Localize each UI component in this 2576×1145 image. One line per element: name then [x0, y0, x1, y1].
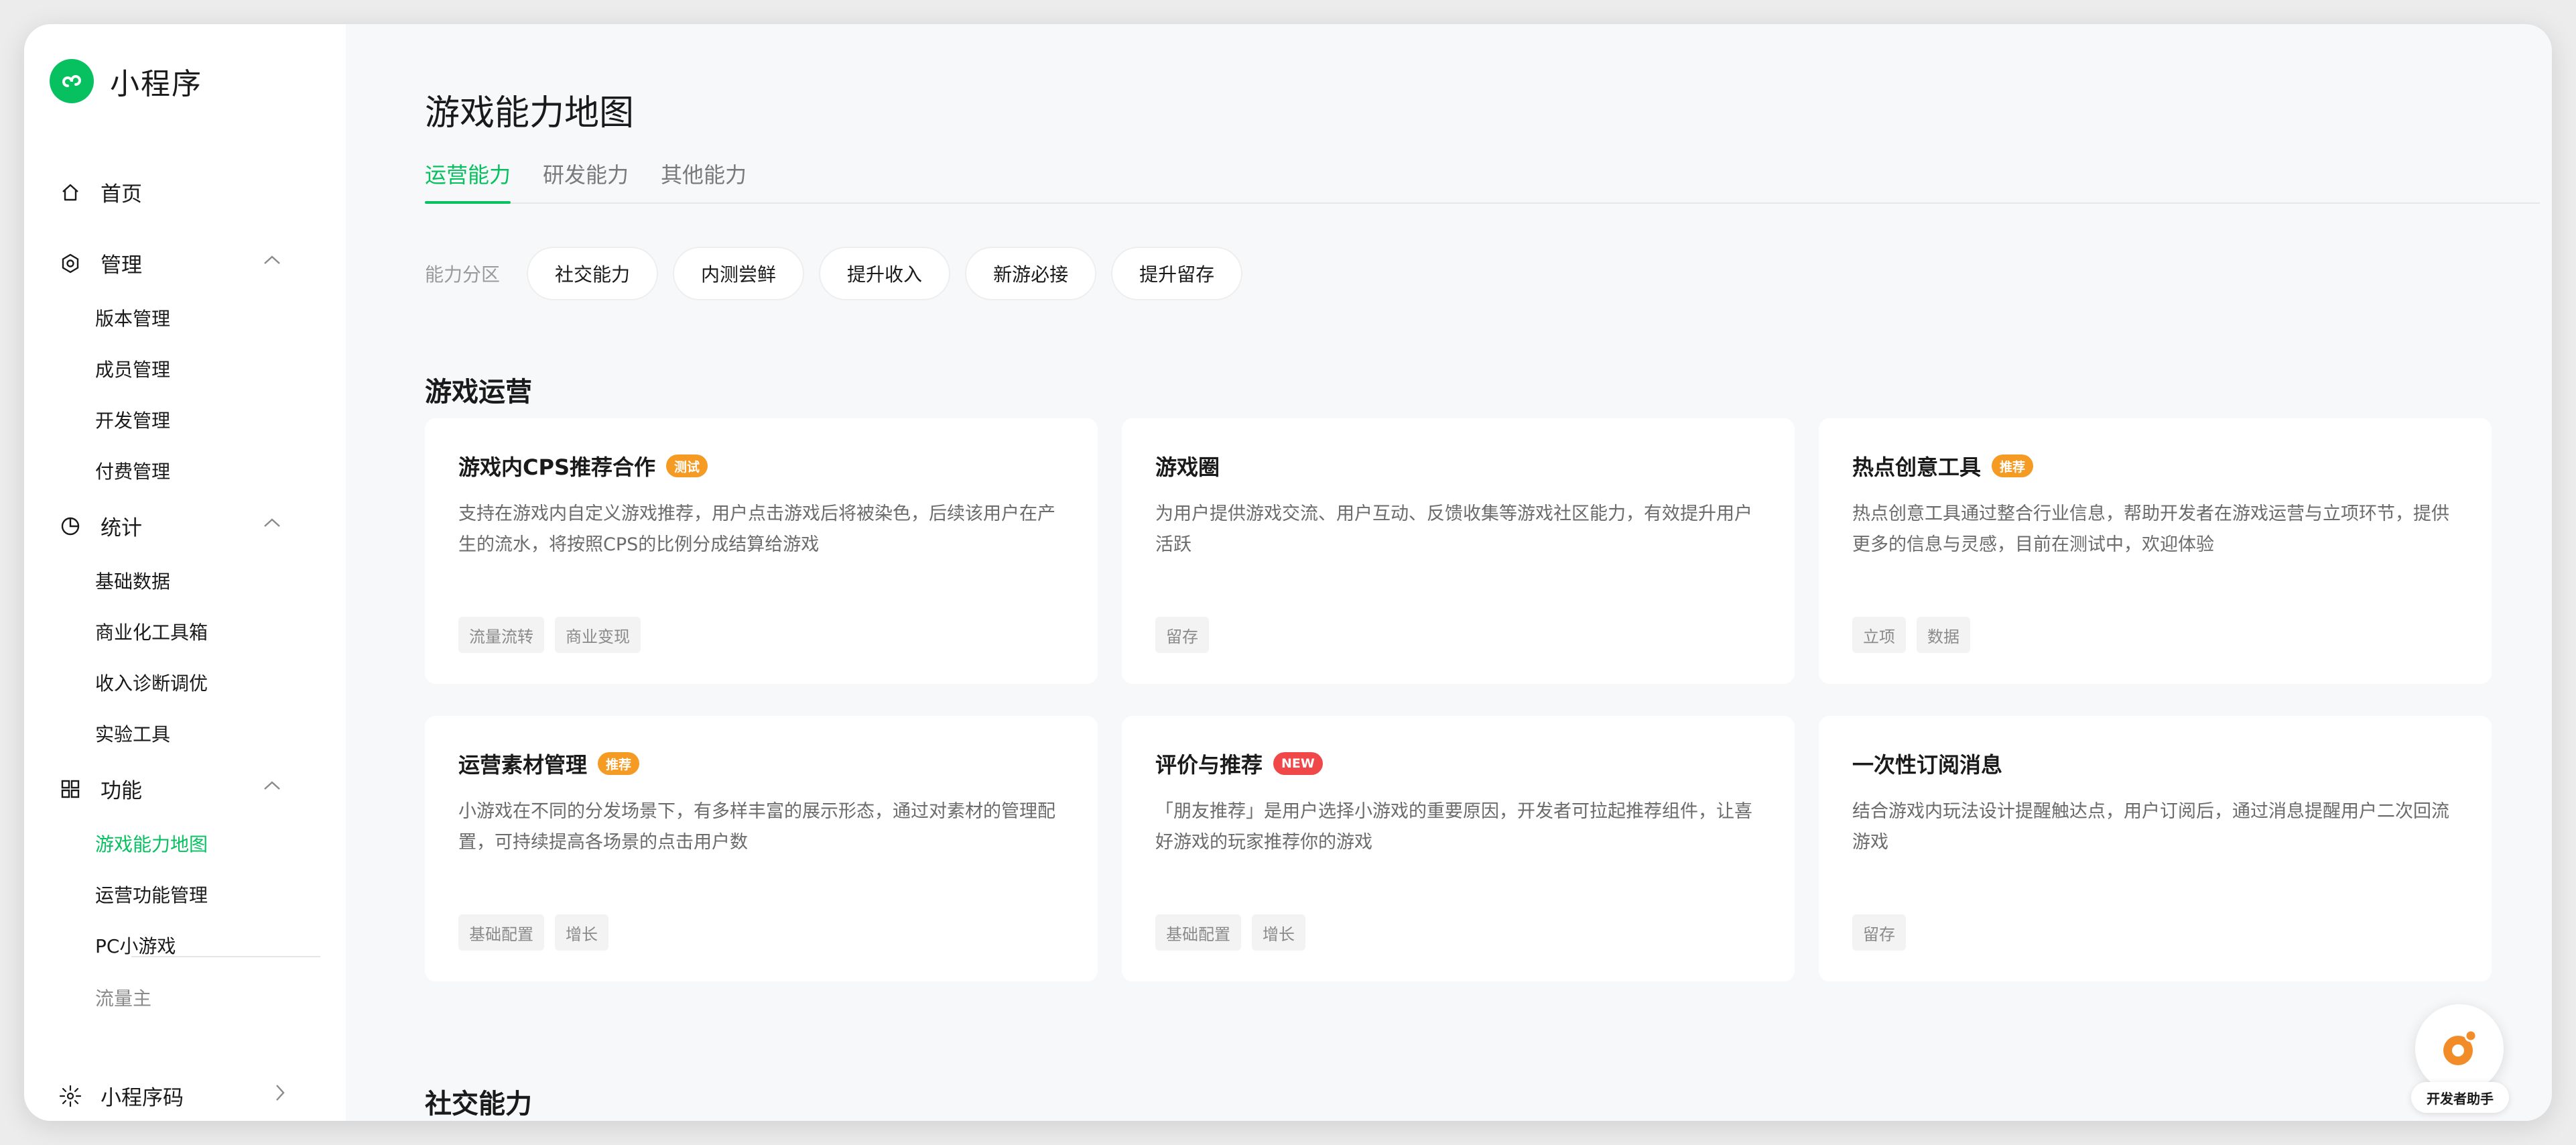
ability-card[interactable]: 游戏圈 为用户提供游戏交流、用户互动、反馈收集等游戏社区能力，有效提升用户活跃 …: [1122, 418, 1795, 684]
card-tag: 留存: [1852, 914, 1906, 951]
chevron-up-icon[interactable]: [259, 772, 285, 799]
sidebar-item-label: 首页: [101, 182, 142, 206]
app-window: 小程序 首页 管理 版本管理 成员管理 开发管理 付费管理 统计 基础数据 商业…: [24, 24, 2552, 1121]
card-description: 小游戏在不同的分发场景下，有多样丰富的展示形态，通过对素材的管理配置，可持续提高…: [458, 801, 1055, 853]
developer-assistant-button[interactable]: 开发者助手: [2411, 1004, 2509, 1121]
grid-icon: [59, 778, 82, 800]
card-description: 支持在游戏内自定义游戏推荐，用户点击游戏后将被染色，后续该用户在产生的流水，将按…: [458, 503, 1055, 555]
card-tag: 增长: [555, 914, 608, 951]
chevron-right-icon[interactable]: [267, 1079, 294, 1106]
sidebar-item-dev[interactable]: 开发管理: [95, 406, 170, 433]
chevron-up-icon[interactable]: [259, 247, 285, 274]
sidebar-item-qrcode[interactable]: 小程序码: [59, 1081, 184, 1111]
card-title: 热点创意工具: [1852, 455, 1982, 480]
card-tag: 留存: [1155, 617, 1209, 653]
ability-tabs: 运营能力 研发能力 其他能力: [425, 158, 2540, 204]
card-title: 评价与推荐: [1155, 752, 1263, 778]
badge-test: 测试: [666, 455, 708, 477]
assistant-avatar-icon: [2415, 1004, 2504, 1093]
section-title-social: 社交能力: [425, 1089, 532, 1120]
sidebar-group-label: 管理: [101, 253, 142, 278]
brand-name: 小程序: [110, 67, 202, 101]
sidebar-item-pc-game[interactable]: PC小游戏: [95, 932, 176, 959]
sidebar-item-basic-data[interactable]: 基础数据: [95, 567, 170, 594]
ability-card[interactable]: 游戏内CPS推荐合作 测试 支持在游戏内自定义游戏推荐，用户点击游戏后将被染色，…: [425, 418, 1098, 684]
sidebar-item-payment[interactable]: 付费管理: [95, 457, 170, 484]
filter-chip-beta[interactable]: 内测尝鲜: [673, 247, 805, 300]
sidebar-item-ad-host[interactable]: 流量主: [95, 984, 151, 1011]
ability-card[interactable]: 一次性订阅消息 结合游戏内玩法设计提醒触达点，用户订阅后，通过消息提醒用户二次回…: [1819, 716, 2492, 981]
chevron-up-icon[interactable]: [259, 509, 285, 536]
card-title: 游戏内CPS推荐合作: [458, 455, 655, 480]
filter-chip-new-game[interactable]: 新游必接: [965, 247, 1097, 300]
sidebar-item-ops-features[interactable]: 运营功能管理: [95, 881, 208, 908]
card-title: 一次性订阅消息: [1852, 752, 2003, 778]
miniprogram-logo-icon: [50, 59, 94, 103]
card-description: 「朋友推荐」是用户选择小游戏的重要原因，开发者可拉起推荐组件，让喜好游戏的玩家推…: [1155, 801, 1752, 853]
badge-recommended: 推荐: [1992, 455, 2034, 477]
sidebar-item-toolbox[interactable]: 商业化工具箱: [95, 618, 208, 645]
filter-chip-social[interactable]: 社交能力: [527, 247, 659, 300]
sidebar-item-game-ability-map[interactable]: 游戏能力地图: [95, 830, 208, 857]
sidebar-item-version[interactable]: 版本管理: [95, 304, 170, 331]
card-description: 为用户提供游戏交流、用户互动、反馈收集等游戏社区能力，有效提升用户活跃: [1155, 503, 1752, 555]
section-title-game-ops: 游戏运营: [425, 377, 532, 408]
home-icon: [59, 181, 82, 204]
filter-chip-retention[interactable]: 提升留存: [1111, 247, 1243, 300]
card-tag: 数据: [1917, 617, 1970, 653]
ability-card[interactable]: 热点创意工具 推荐 热点创意工具通过整合行业信息，帮助开发者在游戏运营与立项环节…: [1819, 418, 2492, 684]
card-tag: 增长: [1252, 914, 1305, 951]
filter-row: 能力分区 社交能力 内测尝鲜 提升收入 新游必接 提升留存: [425, 247, 1257, 300]
pie-chart-icon: [59, 515, 82, 538]
assistant-label: 开发者助手: [2411, 1082, 2509, 1113]
card-tag: 流量流转: [458, 617, 544, 653]
tab-other[interactable]: 其他能力: [661, 158, 747, 189]
tab-development[interactable]: 研发能力: [543, 158, 629, 189]
sidebar-item-label: 小程序码: [101, 1086, 184, 1110]
card-description: 热点创意工具通过整合行业信息，帮助开发者在游戏运营与立项环节，提供更多的信息与灵…: [1852, 503, 2449, 555]
sun-code-icon: [59, 1085, 82, 1107]
sidebar-item-home[interactable]: 首页: [59, 177, 142, 207]
card-tag: 基础配置: [458, 914, 544, 951]
active-tab-indicator: [425, 201, 511, 204]
sidebar-item-experiment[interactable]: 实验工具: [95, 720, 170, 747]
badge-recommended: 推荐: [598, 752, 640, 775]
sidebar-group-label: 功能: [101, 779, 142, 803]
card-title: 运营素材管理: [458, 752, 588, 778]
sidebar-group-manage[interactable]: 管理: [59, 248, 142, 278]
card-description: 结合游戏内玩法设计提醒触达点，用户订阅后，通过消息提醒用户二次回流游戏: [1852, 801, 2449, 853]
ability-card[interactable]: 运营素材管理 推荐 小游戏在不同的分发场景下，有多样丰富的展示形态，通过对素材的…: [425, 716, 1098, 981]
filter-chip-revenue[interactable]: 提升收入: [819, 247, 951, 300]
card-tag: 基础配置: [1155, 914, 1241, 951]
sidebar: 小程序 首页 管理 版本管理 成员管理 开发管理 付费管理 统计 基础数据 商业…: [24, 24, 346, 1121]
page-title: 游戏能力地图: [425, 93, 635, 133]
brand[interactable]: 小程序: [50, 59, 202, 103]
sidebar-item-revenue-diagnosis[interactable]: 收入诊断调优: [95, 669, 208, 696]
sidebar-group-stats[interactable]: 统计: [59, 511, 142, 541]
filter-label: 能力分区: [425, 263, 501, 286]
sidebar-divider: [131, 956, 320, 957]
sidebar-group-features[interactable]: 功能: [59, 774, 142, 804]
sidebar-group-label: 统计: [101, 516, 142, 540]
card-tag: 立项: [1852, 617, 1906, 653]
tab-operations[interactable]: 运营能力: [425, 158, 511, 189]
card-title: 游戏圈: [1155, 455, 1220, 480]
card-tag: 商业变现: [555, 617, 641, 653]
badge-new: NEW: [1273, 752, 1323, 775]
main-content: 游戏能力地图 运营能力 研发能力 其他能力 能力分区 社交能力 内测尝鲜 提升收…: [346, 24, 2552, 1121]
ability-card[interactable]: 评价与推荐 NEW 「朋友推荐」是用户选择小游戏的重要原因，开发者可拉起推荐组件…: [1122, 716, 1795, 981]
sidebar-item-members[interactable]: 成员管理: [95, 355, 170, 382]
settings-hexagon-icon: [59, 252, 82, 275]
